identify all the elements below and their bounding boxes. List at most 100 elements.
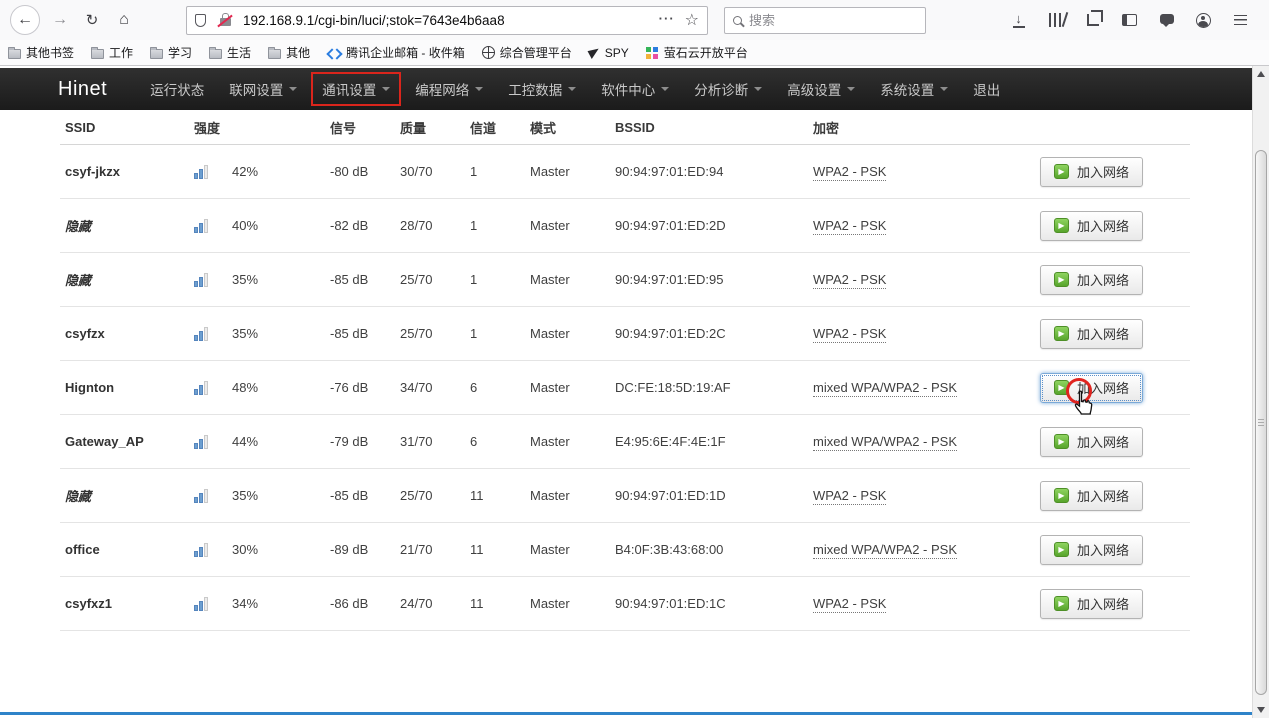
cell-encryption: WPA2 - PSK [795, 218, 1020, 233]
bookmark-label: 综合管理平台 [500, 44, 572, 61]
insecure-connection-lock-icon[interactable] [220, 18, 231, 26]
url-bar[interactable]: ··· ☆ [186, 6, 708, 35]
page-actions-icon[interactable]: ··· [659, 11, 675, 26]
nav-menu-item[interactable]: 通讯设置 [313, 74, 399, 104]
chevron-down-icon [382, 87, 390, 91]
cell-mode: Master [530, 326, 615, 341]
bookmark-star-icon[interactable]: ☆ [685, 10, 699, 30]
nav-menu-item[interactable]: 工控数据 [499, 74, 585, 104]
brand-logo[interactable]: Hinet [58, 78, 107, 101]
strength-percent: 35% [232, 326, 258, 341]
header-bssid: BSSID [615, 120, 795, 135]
bookmark-item[interactable]: SPY [589, 46, 629, 60]
cell-quality: 34/70 [400, 380, 470, 395]
bookmark-item[interactable]: 综合管理平台 [482, 44, 572, 61]
encryption-value: WPA2 - PSK [813, 596, 886, 613]
bookmark-item[interactable]: 其他书签 [8, 44, 74, 61]
join-network-button[interactable]: ▶ 加入网络 [1040, 157, 1143, 187]
cell-bssid: B4:0F:3B:43:68:00 [615, 542, 795, 557]
header-quality: 质量 [400, 118, 470, 137]
hand-cursor [1071, 389, 1095, 422]
messages-button[interactable] [1152, 6, 1181, 34]
header-strength: 强度 [192, 118, 330, 137]
table-body: csyf-jkzx 42% -80 dB 30/70 1 Master 90:9… [60, 145, 1190, 631]
bookmark-label: 生活 [227, 44, 251, 61]
sidebar-button[interactable] [1115, 6, 1144, 34]
cell-action: ▶ 加入网络 [1020, 211, 1190, 241]
nav-menu-item[interactable]: 编程网络 [406, 74, 492, 104]
nav-item-label: 分析诊断 [694, 79, 748, 99]
bookmark-item[interactable]: 工作 [91, 44, 133, 61]
cell-bssid: E4:95:6E:4F:4E:1F [615, 434, 795, 449]
scrollbar-down-button[interactable] [1253, 707, 1269, 713]
join-play-icon: ▶ [1054, 596, 1069, 611]
cell-ssid: csyfxz1 [60, 596, 192, 611]
bookmark-item[interactable]: 萤石云开放平台 [646, 44, 748, 61]
back-button[interactable]: ← [10, 5, 40, 35]
nav-menu-item[interactable]: 退出 [964, 74, 1009, 104]
signal-strength-icon [194, 489, 208, 503]
forward-button[interactable]: → [46, 6, 74, 34]
cell-ssid: Hignton [60, 380, 192, 395]
signal-strength-icon [194, 327, 208, 341]
menu-button[interactable] [1226, 6, 1255, 34]
bookmark-label: 学习 [168, 44, 192, 61]
join-network-button[interactable]: ▶ 加入网络 [1040, 319, 1143, 349]
bookmark-icon [646, 46, 659, 59]
join-network-button[interactable]: ▶ 加入网络 [1040, 427, 1143, 457]
scrollbar-thumb[interactable] [1255, 150, 1267, 695]
cell-mode: Master [530, 542, 615, 557]
screenshot-button[interactable] [1078, 6, 1107, 34]
join-network-button[interactable]: ▶ 加入网络 [1040, 535, 1143, 565]
join-play-icon: ▶ [1054, 434, 1069, 449]
nav-menu-item[interactable]: 高级设置 [778, 74, 864, 104]
bookmark-item[interactable]: 学习 [150, 44, 192, 61]
download-icon: ↓ [1013, 13, 1025, 28]
search-box[interactable] [724, 7, 926, 34]
encryption-value: WPA2 - PSK [813, 326, 886, 343]
cell-quality: 25/70 [400, 326, 470, 341]
bookmark-item[interactable]: 腾讯企业邮箱 - 收件箱 [327, 44, 465, 61]
join-button-label: 加入网络 [1077, 486, 1129, 505]
nav-menu-item[interactable]: 系统设置 [871, 74, 957, 104]
nav-item-label: 通讯设置 [322, 79, 376, 99]
tracking-protection-shield-icon[interactable] [195, 14, 206, 27]
join-network-button[interactable]: ▶ 加入网络 [1040, 211, 1143, 241]
home-button[interactable]: ⌂ [110, 6, 138, 34]
reload-button[interactable]: ↻ [78, 6, 106, 34]
bookmark-item[interactable]: 其他 [268, 44, 310, 61]
nav-item-label: 运行状态 [150, 79, 204, 99]
strength-percent: 40% [232, 218, 258, 233]
cell-mode: Master [530, 488, 615, 503]
join-button-label: 加入网络 [1077, 324, 1129, 343]
nav-menu-item[interactable]: 软件中心 [592, 74, 678, 104]
encryption-value: WPA2 - PSK [813, 488, 886, 505]
nav-item-label: 联网设置 [229, 79, 283, 99]
downloads-button[interactable]: ↓ [1004, 6, 1033, 34]
cell-strength: 42% [192, 164, 330, 179]
bookmark-label: 其他 [286, 44, 310, 61]
bookmarks-bar: 其他书签 工作 学习 生活 其他 腾讯企 [0, 40, 1269, 65]
join-network-button[interactable]: ▶ 加入网络 [1040, 265, 1143, 295]
account-button[interactable] [1189, 6, 1218, 34]
screenshot-crop-icon [1087, 14, 1099, 26]
join-network-button[interactable]: ▶ 加入网络 [1040, 481, 1143, 511]
nav-menu-item[interactable]: 分析诊断 [685, 74, 771, 104]
scrollbar-up-button[interactable] [1253, 71, 1269, 77]
cell-encryption: mixed WPA/WPA2 - PSK [795, 542, 1020, 557]
cell-ssid: office [60, 542, 192, 557]
url-input[interactable] [243, 13, 653, 28]
cell-quality: 24/70 [400, 596, 470, 611]
join-network-button[interactable]: ▶ 加入网络 [1040, 589, 1143, 619]
cell-quality: 21/70 [400, 542, 470, 557]
nav-menu-item[interactable]: 运行状态 [141, 74, 213, 104]
cell-encryption: WPA2 - PSK [795, 596, 1020, 611]
cell-strength: 35% [192, 272, 330, 287]
sidebar-icon [1122, 14, 1137, 26]
bookmark-item[interactable]: 生活 [209, 44, 251, 61]
nav-menu-item[interactable]: 联网设置 [220, 74, 306, 104]
nav-item-label: 系统设置 [880, 79, 934, 99]
search-input[interactable] [749, 13, 925, 28]
library-button[interactable] [1041, 6, 1070, 34]
bookmark-icon [327, 47, 341, 59]
